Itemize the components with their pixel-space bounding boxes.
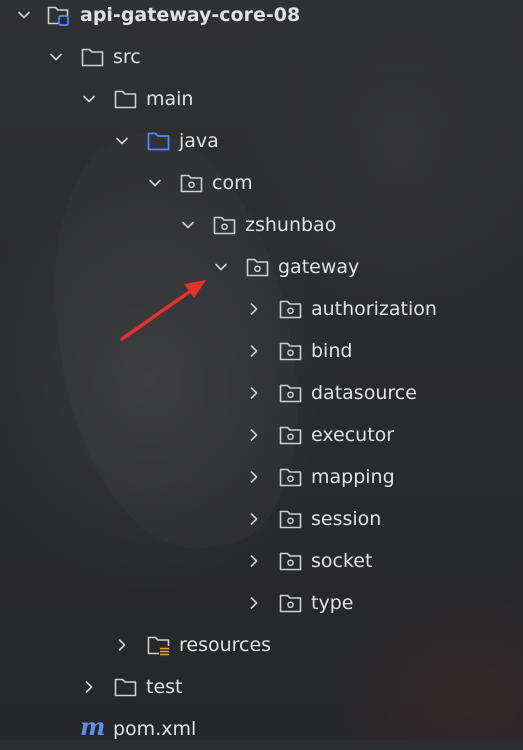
tree-item-label: datasource bbox=[311, 382, 417, 404]
tree-item-label: src bbox=[113, 46, 141, 68]
tree-item-label: com bbox=[212, 172, 253, 194]
tree-item-bind[interactable]: bind bbox=[0, 330, 523, 372]
tree-root-label: api-gateway-core-08 bbox=[80, 4, 301, 26]
package-icon bbox=[278, 298, 302, 320]
tree-item-pom[interactable]: m pom.xml bbox=[0, 708, 523, 750]
tree-item-src[interactable]: src bbox=[0, 36, 523, 78]
tree-item-label: java bbox=[179, 130, 219, 152]
tree-item-session[interactable]: session bbox=[0, 498, 523, 540]
package-icon bbox=[278, 508, 302, 530]
resources-folder-icon bbox=[146, 634, 170, 657]
tree-item-executor[interactable]: executor bbox=[0, 414, 523, 456]
package-icon bbox=[278, 466, 302, 488]
source-folder-icon bbox=[146, 130, 170, 152]
chevron-down-icon[interactable] bbox=[114, 133, 130, 149]
chevron-right-icon[interactable] bbox=[246, 343, 262, 359]
tree-item-com[interactable]: com bbox=[0, 162, 523, 204]
chevron-down-icon[interactable] bbox=[81, 91, 97, 107]
maven-icon: m bbox=[80, 712, 106, 741]
chevron-down-icon[interactable] bbox=[147, 175, 163, 191]
tree-item-label: session bbox=[311, 508, 382, 530]
tree-item-socket[interactable]: socket bbox=[0, 540, 523, 582]
tree-item-resources[interactable]: resources bbox=[0, 624, 523, 666]
tree-item-label: socket bbox=[311, 550, 373, 572]
tree-item-label: authorization bbox=[311, 298, 437, 320]
chevron-right-icon[interactable] bbox=[246, 511, 262, 527]
package-icon bbox=[278, 382, 302, 404]
tree-item-label: type bbox=[311, 592, 354, 614]
chevron-right-icon[interactable] bbox=[246, 553, 262, 569]
folder-icon bbox=[113, 676, 137, 698]
package-icon bbox=[245, 256, 269, 278]
tree-item-label: mapping bbox=[311, 466, 395, 488]
tree-item-label: test bbox=[146, 676, 183, 698]
tree-item-gateway[interactable]: gateway bbox=[0, 246, 523, 288]
tree-item-label: resources bbox=[179, 634, 272, 656]
chevron-right-icon[interactable] bbox=[246, 469, 262, 485]
tree-item-test[interactable]: test bbox=[0, 666, 523, 708]
chevron-down-icon[interactable] bbox=[213, 259, 229, 275]
chevron-down-icon[interactable] bbox=[16, 7, 32, 23]
tree-item-datasource[interactable]: datasource bbox=[0, 372, 523, 414]
package-icon bbox=[278, 340, 302, 362]
package-icon bbox=[278, 550, 302, 572]
package-icon bbox=[278, 592, 302, 614]
tree-item-type[interactable]: type bbox=[0, 582, 523, 624]
tree-root[interactable]: api-gateway-core-08 bbox=[0, 0, 523, 36]
chevron-down-icon[interactable] bbox=[48, 49, 64, 65]
package-icon bbox=[278, 424, 302, 446]
tree-item-mapping[interactable]: mapping bbox=[0, 456, 523, 498]
folder-icon bbox=[113, 88, 137, 110]
chevron-right-icon[interactable] bbox=[246, 301, 262, 317]
chevron-right-icon[interactable] bbox=[246, 385, 262, 401]
chevron-right-icon[interactable] bbox=[81, 679, 97, 695]
chevron-right-icon[interactable] bbox=[114, 637, 130, 653]
tree-item-label: main bbox=[146, 88, 194, 110]
folder-icon bbox=[80, 46, 104, 68]
tree-item-label: pom.xml bbox=[113, 718, 197, 740]
project-module-icon bbox=[46, 4, 70, 26]
package-icon bbox=[212, 214, 236, 236]
tree-item-java[interactable]: java bbox=[0, 120, 523, 162]
chevron-right-icon[interactable] bbox=[246, 427, 262, 443]
tree-item-label: gateway bbox=[278, 256, 360, 278]
tree-item-zshunbao[interactable]: zshunbao bbox=[0, 204, 523, 246]
tree-item-main[interactable]: main bbox=[0, 78, 523, 120]
tree-item-label: bind bbox=[311, 340, 353, 362]
chevron-right-icon[interactable] bbox=[246, 595, 262, 611]
tree-item-label: executor bbox=[311, 424, 395, 446]
tree-item-authorization[interactable]: authorization bbox=[0, 288, 523, 330]
tree-item-label: zshunbao bbox=[245, 214, 337, 236]
package-icon bbox=[179, 172, 203, 194]
chevron-down-icon[interactable] bbox=[180, 217, 196, 233]
